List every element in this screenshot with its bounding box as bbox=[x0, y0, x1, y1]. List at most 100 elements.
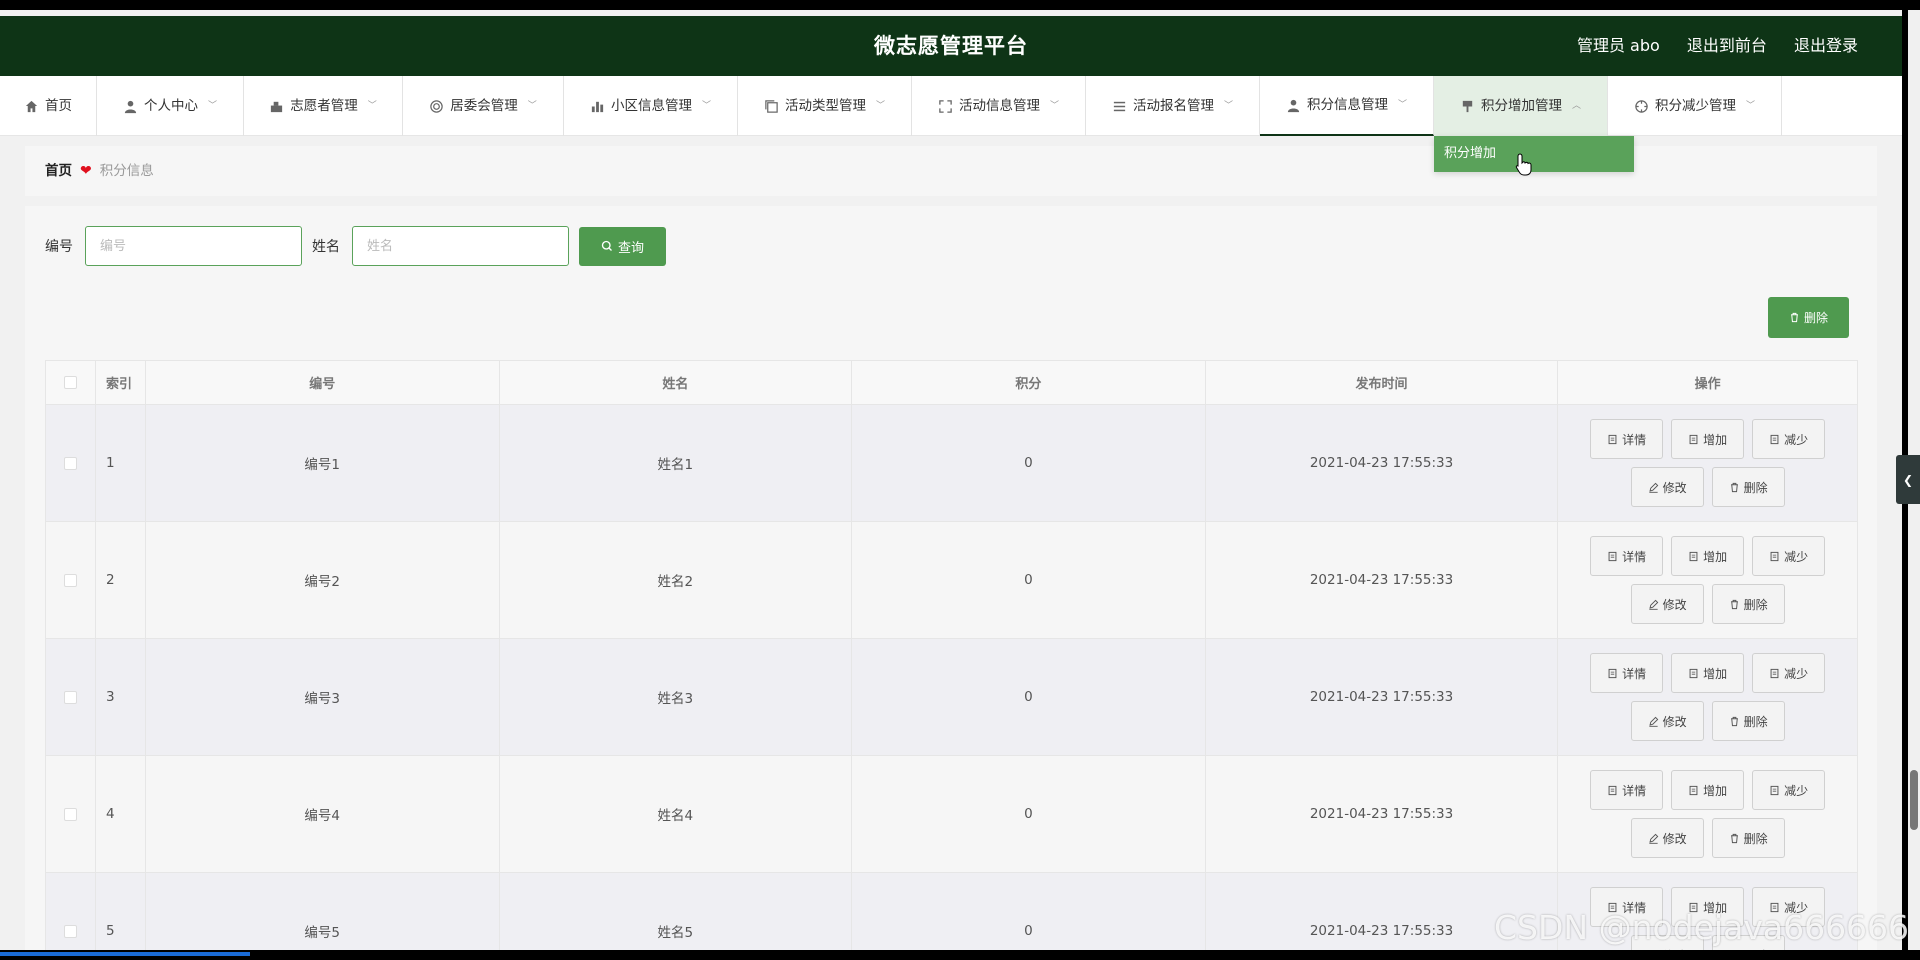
document-icon bbox=[1608, 785, 1617, 795]
nav-item-activity-signup-mgmt[interactable]: 活动报名管理 ﹀ bbox=[1086, 76, 1260, 136]
detail-button[interactable]: 详情 bbox=[1590, 653, 1664, 693]
actions-line-2: 修改 删除 bbox=[1630, 818, 1785, 858]
copy-icon bbox=[765, 99, 778, 113]
add-button[interactable]: 增加 bbox=[1671, 653, 1745, 693]
row-checkbox[interactable] bbox=[63, 807, 77, 821]
reduce-button[interactable]: 减少 bbox=[1752, 770, 1826, 810]
reduce-button[interactable]: 减少 bbox=[1752, 419, 1826, 459]
name-search-input[interactable] bbox=[352, 226, 569, 266]
trash-icon bbox=[1730, 716, 1738, 726]
edit-button[interactable]: 修改 bbox=[1630, 467, 1704, 507]
delete-button[interactable]: 删除 bbox=[1711, 584, 1785, 624]
row-checkbox[interactable] bbox=[63, 924, 77, 938]
actions-line-1: 详情 增加 减少 bbox=[1590, 536, 1826, 576]
row-checkbox[interactable] bbox=[63, 456, 77, 470]
document-icon bbox=[1689, 668, 1698, 678]
edit-button[interactable]: 修改 bbox=[1630, 701, 1704, 741]
nav-item-label: 居委会管理 bbox=[450, 98, 518, 114]
chevron-down-icon: ﹀ bbox=[1745, 101, 1755, 111]
name-label: 姓名 bbox=[312, 239, 340, 255]
nav-item-points-info-mgmt[interactable]: 积分信息管理 ﹀ bbox=[1260, 76, 1434, 136]
edit-button[interactable]: 修改 bbox=[1630, 584, 1704, 624]
header-score: 积分 bbox=[852, 361, 1206, 404]
nav-item-points-reduce-mgmt[interactable]: 积分减少管理 ﹀ bbox=[1608, 76, 1782, 136]
nav-item-label: 首页 bbox=[45, 98, 72, 114]
nav-item-activity-type-mgmt[interactable]: 活动类型管理 ﹀ bbox=[738, 76, 912, 136]
cell-name: 姓名4 bbox=[500, 756, 853, 872]
back-to-frontend-link[interactable]: 退出到前台 bbox=[1687, 36, 1767, 55]
person-icon bbox=[1287, 99, 1300, 112]
nav-item-community-mgmt[interactable]: 小区信息管理 ﹀ bbox=[564, 76, 738, 136]
row-checkbox-cell bbox=[46, 522, 96, 638]
user-icon bbox=[124, 100, 137, 113]
add-button[interactable]: 增加 bbox=[1671, 536, 1745, 576]
nav-item-label: 活动信息管理 bbox=[958, 98, 1040, 114]
batch-delete-label: 删除 bbox=[1803, 311, 1828, 325]
nav-item-activity-info-mgmt[interactable]: 活动信息管理 ﹀ bbox=[912, 76, 1086, 136]
cell-no: 编号1 bbox=[146, 405, 500, 521]
reduce-button[interactable]: 减少 bbox=[1752, 536, 1826, 576]
actions-line-1: 详情 增加 减少 bbox=[1590, 653, 1826, 693]
cell-index: 3 bbox=[96, 639, 146, 755]
detail-button[interactable]: 详情 bbox=[1590, 419, 1664, 459]
volunteer-icon bbox=[271, 101, 283, 112]
select-all-checkbox[interactable] bbox=[63, 376, 77, 389]
action-label: 修改 bbox=[1662, 714, 1687, 729]
search-bar: 编号 姓名 查询 bbox=[45, 226, 666, 266]
row-checkbox[interactable] bbox=[63, 573, 77, 587]
cell-name: 姓名1 bbox=[500, 405, 853, 521]
list-icon bbox=[1113, 101, 1126, 111]
actions-line-2: 修改 删除 bbox=[1630, 701, 1785, 741]
cell-actions: 详情 增加 减少修改 删除 bbox=[1558, 639, 1857, 755]
compass-icon bbox=[1635, 99, 1648, 113]
action-label: 详情 bbox=[1622, 549, 1647, 564]
chevron-down-icon: ﹀ bbox=[701, 101, 711, 111]
admin-user-link[interactable]: 管理员 abo bbox=[1577, 36, 1660, 55]
nav-item-personal-center[interactable]: 个人中心 ﹀ bbox=[97, 76, 244, 136]
no-search-input[interactable] bbox=[85, 226, 302, 266]
header-no: 编号 bbox=[146, 361, 500, 404]
cell-index: 5 bbox=[96, 873, 146, 950]
nav-item-label: 活动报名管理 bbox=[1132, 98, 1214, 114]
action-label: 增加 bbox=[1703, 549, 1728, 564]
side-panel-toggle[interactable]: ❮ bbox=[1896, 455, 1920, 504]
table-body: 1 编号1 姓名1 0 2021-04-23 17:55:33 详情 增加 减少 修改 删除 2 编号… bbox=[46, 405, 1857, 950]
nav-item-home[interactable]: 首页 bbox=[0, 76, 97, 136]
action-label: 减少 bbox=[1784, 432, 1809, 447]
logout-link[interactable]: 退出登录 bbox=[1794, 36, 1858, 55]
nav-item-committee-mgmt[interactable]: 居委会管理 ﹀ bbox=[403, 76, 564, 136]
detail-button[interactable]: 详情 bbox=[1590, 770, 1664, 810]
row-checkbox-cell bbox=[46, 756, 96, 872]
detail-button[interactable]: 详情 bbox=[1590, 536, 1664, 576]
row-checkbox-cell bbox=[46, 405, 96, 521]
table-header-row: 索引 编号 姓名 积分 发布时间 操作 bbox=[46, 361, 1857, 405]
nav-item-points-add-mgmt[interactable]: 积分增加管理 ︿ bbox=[1434, 76, 1608, 136]
action-label: 详情 bbox=[1622, 432, 1647, 447]
delete-button[interactable]: 删除 bbox=[1711, 467, 1785, 507]
add-button[interactable]: 增加 bbox=[1671, 419, 1745, 459]
main-content: 编号 姓名 查询 删除 索引 编号 姓名 积分 发布时间 操作 1编号1姓 bbox=[25, 206, 1877, 950]
action-label: 减少 bbox=[1784, 783, 1809, 798]
fullscreen-icon bbox=[939, 99, 952, 113]
table-row: 4 编号4 姓名4 0 2021-04-23 17:55:33 详情 增加 减少 修改 删除 bbox=[46, 756, 1857, 873]
document-icon bbox=[1770, 434, 1779, 444]
dropdown-item-points-add[interactable]: 积分增加 bbox=[1434, 136, 1634, 172]
delete-button[interactable]: 删除 bbox=[1711, 818, 1785, 858]
add-button[interactable]: 增加 bbox=[1671, 770, 1745, 810]
cell-name: 姓名5 bbox=[500, 873, 853, 950]
query-button[interactable]: 查询 bbox=[579, 226, 666, 266]
batch-delete-button[interactable]: 删除 bbox=[1768, 297, 1849, 338]
chevron-left-icon: ❮ bbox=[1902, 472, 1914, 487]
edit-icon bbox=[1649, 599, 1658, 610]
cell-time: 2021-04-23 17:55:33 bbox=[1206, 639, 1559, 755]
cell-no: 编号3 bbox=[146, 639, 500, 755]
delete-button[interactable]: 删除 bbox=[1711, 701, 1785, 741]
scroll-thumb[interactable] bbox=[1910, 770, 1918, 830]
row-checkbox[interactable] bbox=[63, 690, 77, 704]
main-nav: 首页 个人中心 ﹀ 志愿者管理 ﹀ 居委会管理 ﹀ 小区信息管理 ﹀ 活动类型管… bbox=[0, 76, 1902, 136]
reduce-button[interactable]: 减少 bbox=[1752, 653, 1826, 693]
edit-icon bbox=[1649, 482, 1658, 493]
nav-item-volunteer-mgmt[interactable]: 志愿者管理 ﹀ bbox=[244, 76, 403, 136]
breadcrumb-home[interactable]: 首页 bbox=[45, 146, 72, 196]
edit-button[interactable]: 修改 bbox=[1630, 818, 1704, 858]
